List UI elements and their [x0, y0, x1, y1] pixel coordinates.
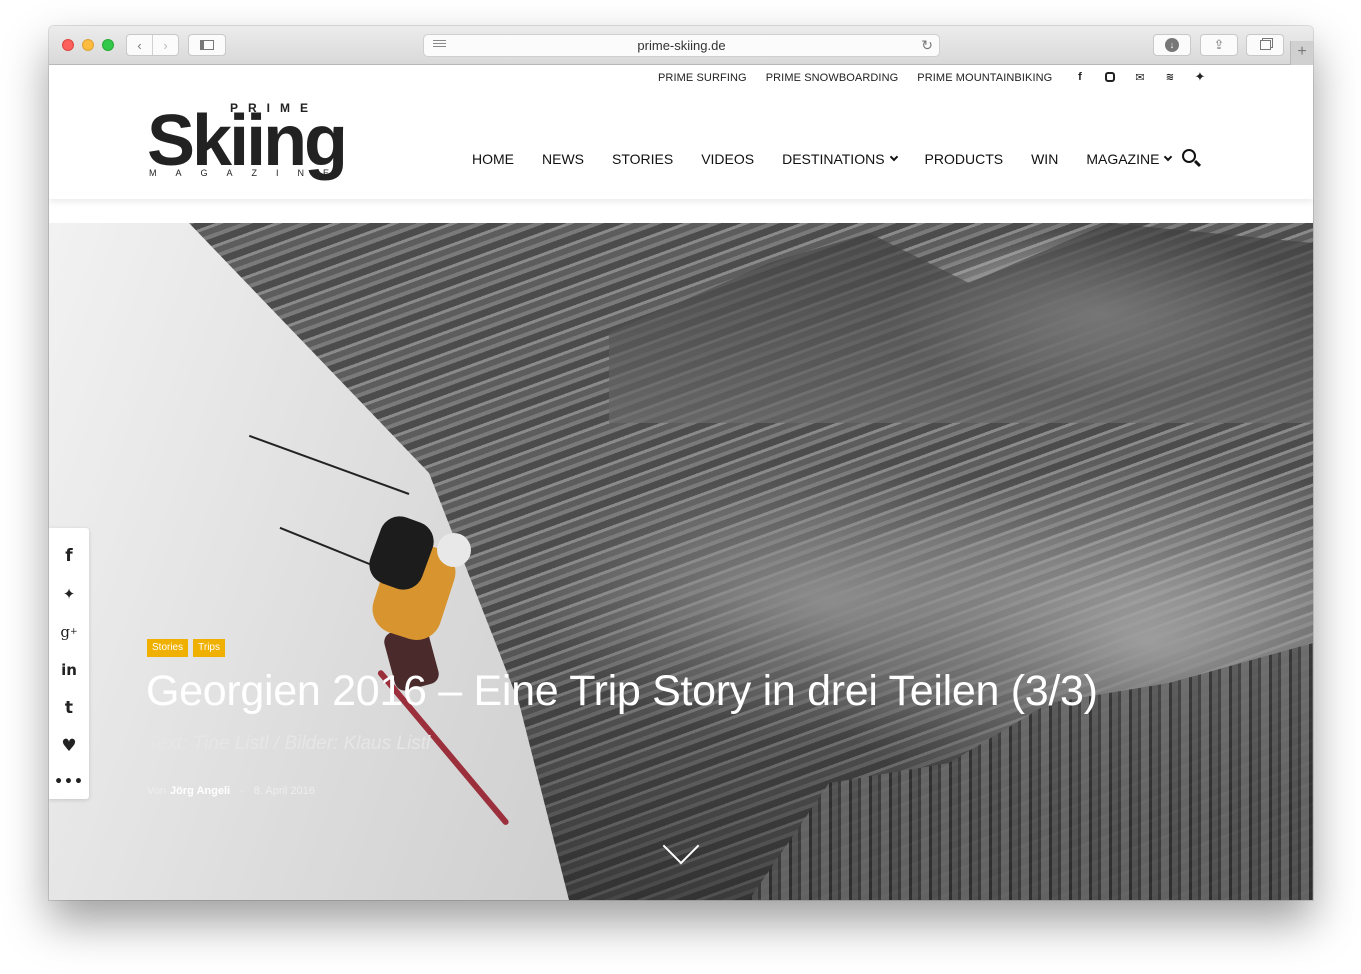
back-icon[interactable]: ‹ [127, 35, 152, 55]
twitter-icon[interactable]: ✦ [49, 575, 89, 613]
heart-icon[interactable]: ♥ [49, 727, 89, 765]
top-nav: PRIME SURFING PRIME SNOWBOARDING PRIME M… [658, 72, 1052, 84]
site-header: PRIME SURFING PRIME SNOWBOARDING PRIME M… [49, 65, 1313, 199]
hero-image: f ✦ g + in t ♥ ••• Stories Trips Georgien… [49, 223, 1313, 900]
main-nav: HOME NEWS STORIES VIDEOS DESTINATIONS PR… [472, 151, 1173, 167]
sidebar-icon [200, 40, 214, 50]
author-link[interactable]: Jörg Angeli [170, 785, 230, 797]
new-tab-button[interactable]: + [1290, 41, 1313, 65]
nav-item-videos[interactable]: VIDEOS [701, 151, 754, 167]
top-nav-link-snowboarding[interactable]: PRIME SNOWBOARDING [766, 72, 899, 84]
share-button[interactable]: ⇪ [1200, 34, 1238, 56]
skier-figure [248, 434, 549, 827]
history-nav: ‹ › [126, 34, 179, 56]
article-date: 8. April 2016 [253, 785, 315, 797]
url-text: prime-skiing.de [637, 38, 726, 53]
facebook-icon[interactable]: f [49, 537, 89, 575]
nav-item-magazine[interactable]: MAGAZINE [1086, 151, 1173, 167]
top-social-links: f ✉ ≋ ✦ [1073, 69, 1207, 84]
show-tabs-button[interactable] [1246, 34, 1284, 56]
site-logo[interactable]: PRIME Skiing MAGAZINE [147, 101, 383, 189]
reader-icon[interactable] [433, 40, 446, 51]
address-bar[interactable]: prime-skiing.de ↻ [423, 34, 940, 57]
instagram-icon[interactable] [1103, 70, 1117, 84]
scroll-down-chevron-icon[interactable] [663, 833, 697, 867]
tumblr-icon[interactable]: t [49, 689, 89, 727]
nav-item-destinations[interactable]: DESTINATIONS [782, 151, 898, 167]
browser-window: ‹ › prime-skiing.de ↻ ↓ ⇪ + PRIME SURFIN… [49, 26, 1313, 900]
article-byline: Von Jörg Angeli - 8. April 2016 [147, 785, 315, 797]
facebook-icon[interactable]: f [1073, 70, 1087, 84]
downloads-button[interactable]: ↓ [1153, 34, 1191, 56]
share-rail: f ✦ g + in t ♥ ••• [49, 528, 89, 799]
download-icon: ↓ [1165, 38, 1179, 52]
tag-stories[interactable]: Stories [147, 639, 189, 657]
nav-item-news[interactable]: NEWS [542, 151, 584, 167]
tag-trips[interactable]: Trips [193, 639, 225, 657]
skier-helmet [437, 533, 471, 567]
nav-label: PRODUCTS [924, 151, 1004, 167]
google-plus-icon[interactable]: g + [49, 613, 89, 651]
rss-icon[interactable]: ≋ [1163, 70, 1177, 84]
nav-label: WIN [1031, 151, 1059, 167]
close-window-button[interactable] [62, 39, 74, 51]
nav-label: STORIES [612, 151, 674, 167]
mail-icon[interactable]: ✉ [1133, 70, 1147, 84]
reload-icon[interactable]: ↻ [921, 37, 933, 54]
nav-item-home[interactable]: HOME [472, 151, 514, 167]
more-icon[interactable]: ••• [49, 765, 89, 799]
share-icon: ⇪ [1213, 37, 1225, 52]
tabs-icon [1259, 40, 1271, 50]
chevron-down-icon [1164, 152, 1173, 162]
nav-label: HOME [472, 151, 514, 167]
nav-label: MAGAZINE [1086, 151, 1160, 167]
logo-magazine-text: MAGAZINE [149, 168, 349, 178]
nav-label: DESTINATIONS [782, 151, 885, 167]
twitter-icon[interactable]: ✦ [1193, 69, 1207, 84]
byline-prefix: Von [147, 785, 166, 797]
byline-separator: - [240, 785, 244, 797]
nav-label: VIDEOS [701, 151, 755, 167]
article-subtitle: Text: Tine Listl / Bilder: Klaus Listl [147, 733, 431, 754]
browser-toolbar: ‹ › prime-skiing.de ↻ ↓ ⇪ + [49, 26, 1313, 65]
zoom-window-button[interactable] [102, 39, 114, 51]
forward-icon[interactable]: › [152, 35, 178, 55]
minimize-window-button[interactable] [82, 39, 94, 51]
search-icon[interactable] [1182, 149, 1196, 163]
nav-item-win[interactable]: WIN [1031, 151, 1058, 167]
article-title: Georgien 2016 – Eine Trip Story in drei … [146, 667, 1098, 715]
sidebar-toggle-button[interactable] [188, 34, 226, 56]
chevron-down-icon [889, 152, 898, 162]
top-nav-link-surfing[interactable]: PRIME SURFING [658, 72, 747, 84]
linkedin-icon[interactable]: in [49, 651, 89, 689]
nav-item-products[interactable]: PRODUCTS [925, 151, 1004, 167]
mountain-ridge [609, 223, 1313, 423]
article-tags: Stories Trips [147, 639, 225, 657]
nav-label: NEWS [542, 151, 584, 167]
top-nav-link-mountainbiking[interactable]: PRIME MOUNTAINBIKING [917, 72, 1052, 84]
nav-item-stories[interactable]: STORIES [612, 151, 673, 167]
